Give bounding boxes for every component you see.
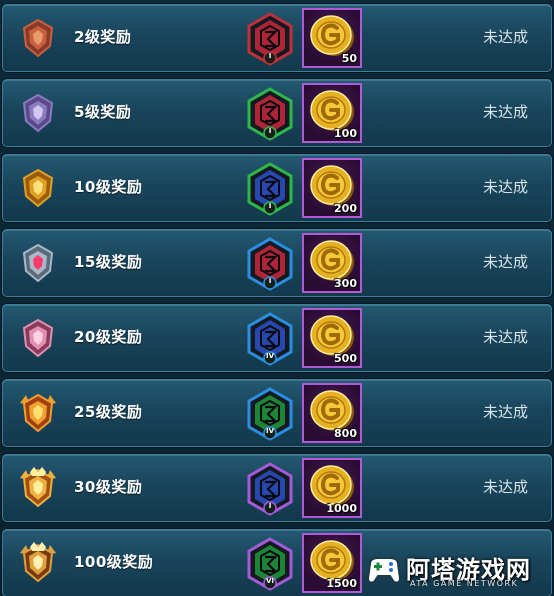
rank-badge-gold-icon <box>16 166 60 210</box>
shard-level-text: I <box>268 202 272 210</box>
reward-row[interactable]: 20级奖励 IV 500 未达成 <box>2 304 552 372</box>
shard-level-text: VI <box>265 577 275 585</box>
blue-hero-shard-icon[interactable]: IV <box>246 312 294 366</box>
gamepad-logo-icon <box>364 550 404 594</box>
reward-status: 未达成 <box>482 103 528 121</box>
coin-amount: 50 <box>341 52 357 65</box>
site-watermark: 阿塔游戏网 ATA GAME NETWORK <box>360 548 550 594</box>
rank-badge-platinum-icon <box>16 241 60 285</box>
reward-row[interactable]: 25级奖励 IV 800 未达成 <box>2 379 552 447</box>
reward-level-label: 25级奖励 <box>74 403 143 421</box>
reward-status: 未达成 <box>482 478 528 496</box>
reward-level-label: 2级奖励 <box>74 28 132 46</box>
red-hero-shard-icon[interactable]: I <box>246 12 294 66</box>
coin-amount: 1500 <box>326 577 357 590</box>
blue-hero-shard-icon[interactable]: I <box>246 162 294 216</box>
reward-status: 未达成 <box>482 328 528 346</box>
green-hero-shard-icon[interactable]: IV <box>246 387 294 441</box>
reward-row[interactable]: 2级奖励 I 50 未达成 <box>2 4 552 72</box>
coin-reward-card[interactable]: 1500 <box>302 533 362 593</box>
reward-row[interactable]: 5级奖励 I 100 未达成 <box>2 79 552 147</box>
rank-badge-bronze-icon <box>16 16 60 60</box>
coin-amount: 100 <box>334 127 357 140</box>
coin-amount: 300 <box>334 277 357 290</box>
coin-reward-card[interactable]: 300 <box>302 233 362 293</box>
shard-level-text: IV <box>265 352 275 360</box>
shard-level-text: IV <box>265 427 275 435</box>
shard-level-text: I <box>268 127 272 135</box>
coin-reward-card[interactable]: 100 <box>302 83 362 143</box>
reward-list: 2级奖励 I 50 未达成 5级奖励 I 100 未达成 10级奖励 I 200… <box>0 0 554 596</box>
reward-row[interactable]: 10级奖励 I 200 未达成 <box>2 154 552 222</box>
reward-status: 未达成 <box>482 28 528 46</box>
rank-badge-silver-icon <box>16 91 60 135</box>
coin-amount: 800 <box>334 427 357 440</box>
reward-row[interactable]: 30级奖励 I 1000 未达成 <box>2 454 552 522</box>
rank-badge-master-icon <box>16 466 60 510</box>
shard-level-text: I <box>268 277 272 285</box>
reward-level-label: 30级奖励 <box>74 478 143 496</box>
rank-badge-star-icon <box>16 391 60 435</box>
red-hero-shard-icon[interactable]: I <box>246 87 294 141</box>
rank-badge-diamond-icon <box>16 316 60 360</box>
coin-reward-card[interactable]: 800 <box>302 383 362 443</box>
reward-level-label: 10级奖励 <box>74 178 143 196</box>
reward-row[interactable]: 15级奖励 I 300 未达成 <box>2 229 552 297</box>
coin-amount: 1000 <box>326 502 357 515</box>
reward-status: 未达成 <box>482 178 528 196</box>
coin-reward-card[interactable]: 50 <box>302 8 362 68</box>
reward-level-label: 20级奖励 <box>74 328 143 346</box>
reward-level-label: 100级奖励 <box>74 553 154 571</box>
reward-level-label: 15级奖励 <box>74 253 143 271</box>
coin-reward-card[interactable]: 1000 <box>302 458 362 518</box>
green-hero-shard-icon[interactable]: VI <box>246 537 294 591</box>
shard-level-text: I <box>268 502 272 510</box>
shard-level-text: I <box>268 52 272 60</box>
red-hero-shard-icon[interactable]: I <box>246 237 294 291</box>
coin-reward-card[interactable]: 200 <box>302 158 362 218</box>
reward-status: 未达成 <box>482 403 528 421</box>
coin-amount: 500 <box>334 352 357 365</box>
coin-reward-card[interactable]: 500 <box>302 308 362 368</box>
coin-amount: 200 <box>334 202 357 215</box>
watermark-subtitle: ATA GAME NETWORK <box>410 579 519 588</box>
reward-level-label: 5级奖励 <box>74 103 132 121</box>
blue-hero-shard-icon[interactable]: I <box>246 462 294 516</box>
reward-status: 未达成 <box>482 253 528 271</box>
rank-badge-king-icon <box>16 541 60 585</box>
